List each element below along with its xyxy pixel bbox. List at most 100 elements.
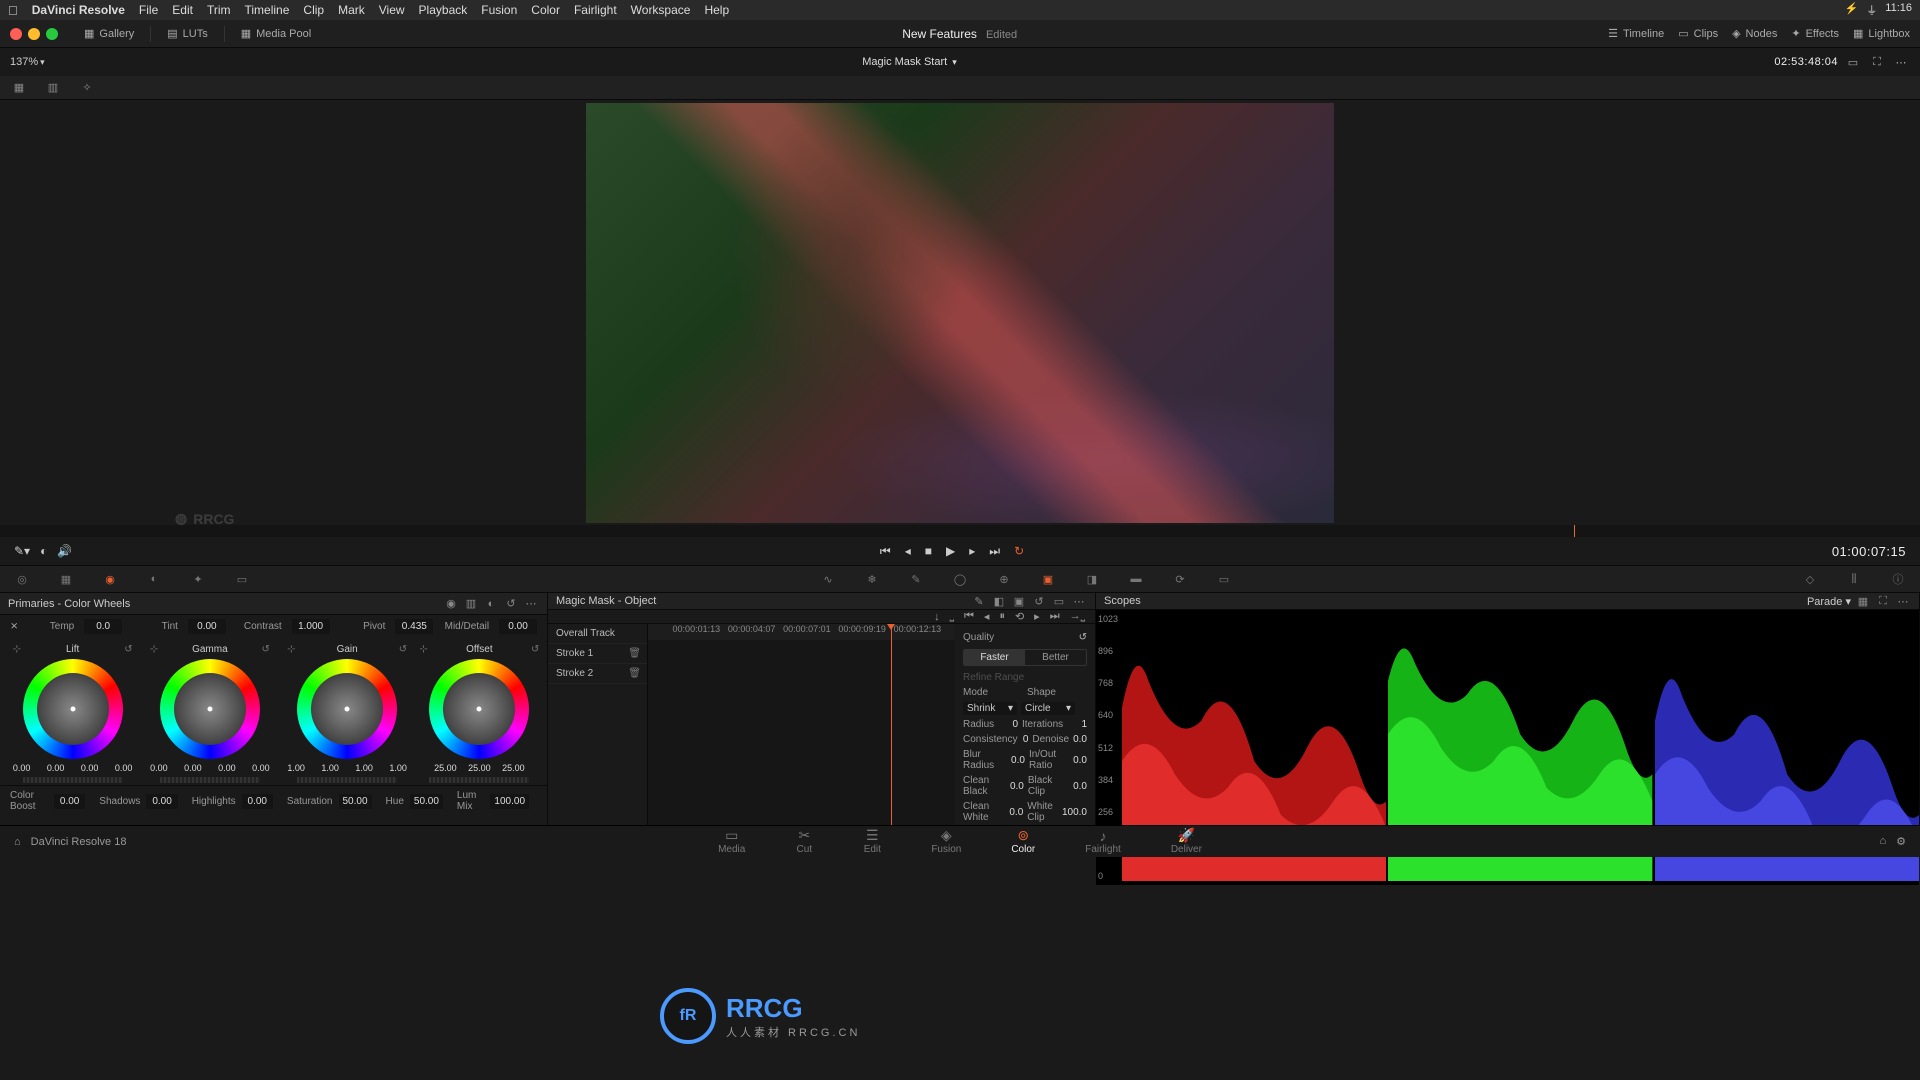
menu-trim[interactable]: Trim [207,3,231,17]
menu-edit[interactable]: Edit [172,3,193,17]
viewer-image[interactable] [586,103,1334,523]
primaries-reset-icon[interactable]: ↺ [503,596,519,612]
gain-values[interactable]: 1.001.001.001.00 [282,763,412,773]
timeline-toggle[interactable]: ☰ Timeline [1608,27,1664,40]
mm-shape-select[interactable]: Circle▾ [1021,702,1075,715]
saturation-value[interactable]: 50.00 [339,794,372,809]
viewer-options-icon[interactable]: ⋯ [1892,53,1910,71]
viewer-zoom[interactable]: 137%▾ [10,56,45,68]
audio-icon[interactable]: 🔊 [57,544,72,558]
mm-quality-reset-icon[interactable]: ↺ [1079,632,1087,643]
mm-track-stroke2[interactable]: Stroke 2🗑 [548,664,647,684]
gain-picker-icon[interactable]: ⊹ [287,644,295,655]
mm-quality-toggle[interactable]: Faster Better [963,649,1087,666]
gallery-toggle[interactable]: ▦ Gallery [84,27,134,40]
blur-icon[interactable]: ◨ [1082,569,1102,589]
offset-master-slider[interactable] [429,777,529,783]
menu-fairlight[interactable]: Fairlight [574,3,617,17]
mm-track-rev-icon[interactable]: ⟲ [1015,610,1024,623]
primaries-icon[interactable]: ◉ [100,569,120,589]
page-fusion[interactable]: ◈Fusion [931,829,961,855]
page-deliver[interactable]: 🚀Deliver [1171,829,1202,855]
mm-ruler[interactable]: 00:00:01:13 00:00:04:07 00:00:07:01 00:0… [648,624,955,640]
pivot-value[interactable]: 0.435 [395,619,433,634]
mm-track-last-icon[interactable]: ⏭ [1050,610,1060,623]
menu-clip[interactable]: Clip [303,3,324,17]
colorboost-value[interactable]: 0.00 [54,794,85,809]
home-icon[interactable]: ⌂ [14,836,21,848]
offset-picker-icon[interactable]: ⊹ [419,644,427,655]
preferences-icon[interactable]: ⚙ [1896,835,1906,848]
mm-track-first-icon[interactable]: ⏮ [964,610,974,623]
magic-mask-icon[interactable]: ▣ [1038,569,1058,589]
go-first-button[interactable]: ⏮ [880,544,891,559]
color-match-icon[interactable]: ▦ [56,569,76,589]
contrast-icon[interactable]: ◐ [40,544,47,558]
nodes-toggle[interactable]: ◈ Nodes [1732,27,1777,40]
play-button[interactable]: ▶ [946,544,955,559]
mm-better-button[interactable]: Better [1025,650,1086,665]
primaries-wheels-tab[interactable]: ◉ [443,596,459,612]
mm-cblack-value[interactable]: 0.0 [993,781,1024,792]
lummix-value[interactable]: 100.00 [490,794,529,809]
delete-stroke1-icon[interactable]: 🗑 [628,648,641,659]
qualifier-icon[interactable]: ✎ [906,569,926,589]
mm-denoise-value[interactable]: 0.0 [1073,734,1087,745]
mm-reset-icon[interactable]: ↺ [1031,593,1047,609]
mm-track-fwd-icon[interactable]: ▸ [1034,610,1040,623]
wifi-icon[interactable]: ⏚ [1866,2,1877,18]
mm-track-opts-icon[interactable]: ⎵ [950,610,954,623]
menu-workspace[interactable]: Workspace [631,3,691,17]
info-icon[interactable]: ⓘ [1888,569,1908,589]
keyframe-icon[interactable]: ◇ [1800,569,1820,589]
mm-track-add-icon[interactable]: ↓ [934,611,940,623]
gain-wheel[interactable] [297,659,397,759]
mm-playhead[interactable] [891,624,892,831]
tracker-icon[interactable]: ⊕ [994,569,1014,589]
step-fwd-button[interactable]: ▸ [969,544,975,559]
lift-master-slider[interactable] [23,777,123,783]
contrast-value[interactable]: 1.000 [292,619,330,634]
menu-mark[interactable]: Mark [338,3,365,17]
offset-reset-icon[interactable]: ↺ [531,644,539,655]
mm-track-stroke1[interactable]: Stroke 1🗑 [548,644,647,664]
gain-reset-icon[interactable]: ↺ [399,644,407,655]
warper-icon[interactable]: ❄ [862,569,882,589]
mediapool-toggle[interactable]: ▦ Media Pool [241,27,311,40]
effects-toggle[interactable]: ✦ Effects [1791,27,1839,40]
menu-fusion[interactable]: Fusion [481,3,517,17]
mm-track-end-icon[interactable]: →⎵ [1070,610,1085,623]
loop-button[interactable]: ↻ [1014,544,1024,559]
mm-track-back-icon[interactable]: ◂ [984,610,990,623]
menu-playback[interactable]: Playback [419,3,468,17]
viewer[interactable]: ◍RRCG [0,100,1920,525]
menu-file[interactable]: File [139,3,158,17]
gamma-master-slider[interactable] [160,777,260,783]
mm-faster-button[interactable]: Faster [964,650,1025,665]
scopes-mode-select[interactable]: Parade ▾ [1807,595,1851,608]
luts-toggle[interactable]: ▤ LUTs [167,27,207,40]
3d-icon[interactable]: ▭ [1214,569,1234,589]
mm-radius-value[interactable]: 0 [998,719,1018,730]
tint-value[interactable]: 0.00 [188,619,226,634]
menu-timeline[interactable]: Timeline [245,3,290,17]
scopes-toggle-icon[interactable]: ⫼ [1844,569,1864,589]
scopes-layout-icon[interactable]: ▦ [1855,593,1871,609]
lift-values[interactable]: 0.000.000.000.00 [8,763,138,773]
key-icon[interactable]: ▬ [1126,569,1146,589]
camera-raw-icon[interactable]: ◎ [12,569,32,589]
lift-wheel[interactable] [23,659,123,759]
offset-values[interactable]: 25.0025.0025.00 [431,763,527,773]
delete-stroke2-icon[interactable]: 🗑 [628,668,641,679]
page-fairlight[interactable]: ♪Fairlight [1085,829,1121,855]
gamma-wheel[interactable] [160,659,260,759]
gain-master-slider[interactable] [297,777,397,783]
mm-inout-value[interactable]: 0.0 [1060,755,1087,766]
close-window-button[interactable] [10,28,22,40]
mm-cwhite-value[interactable]: 0.0 [993,807,1023,818]
split-icon[interactable]: ▥ [44,79,62,97]
mm-bclip-value[interactable]: 0.0 [1056,781,1087,792]
temp-value[interactable]: 0.0 [84,619,122,634]
scopes-expand-icon[interactable]: ⛶ [1875,593,1891,609]
clip-name[interactable]: Magic Mask Start ▾ [862,56,957,68]
